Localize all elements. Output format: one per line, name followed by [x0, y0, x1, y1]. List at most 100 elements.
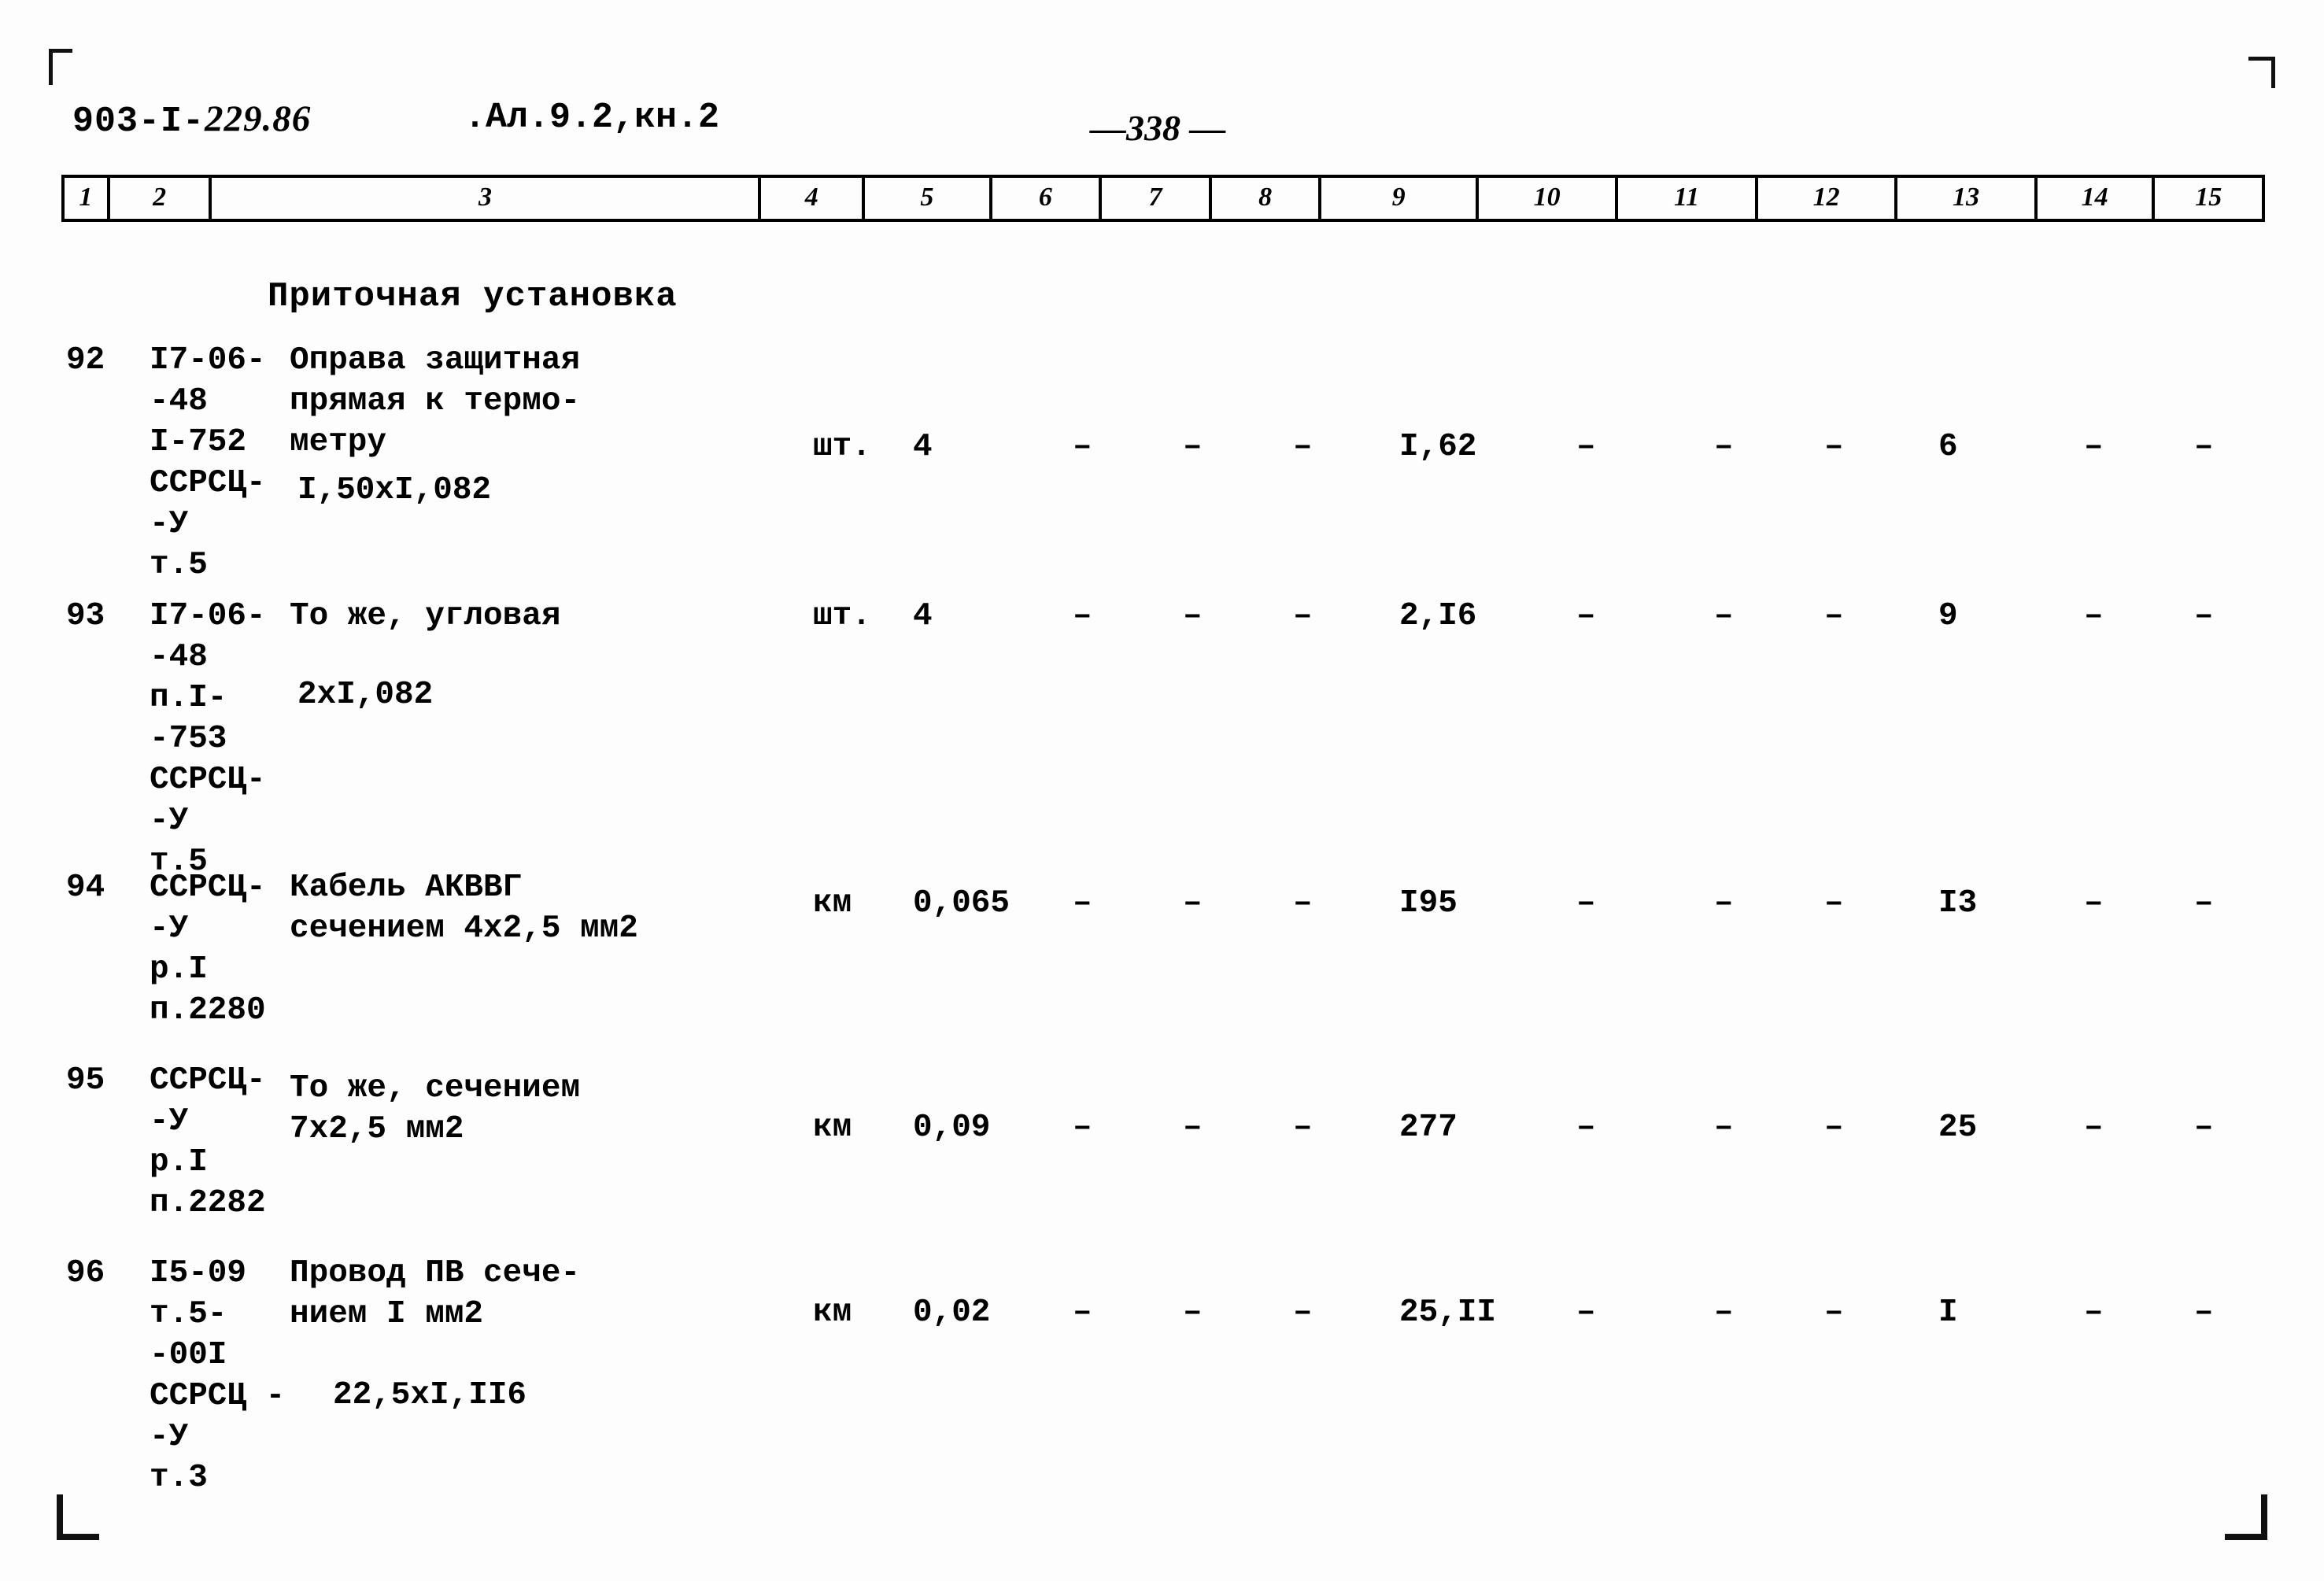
row-code: I5-09 т.5- -00I ССРСЦ - -У т.3 — [150, 1255, 286, 1497]
row-col-11: – — [1714, 1295, 1734, 1331]
column-header-1: 1 — [65, 178, 110, 219]
row-unit: км — [813, 1295, 852, 1331]
row-col-14: – — [2084, 1110, 2104, 1146]
table-row: 92 I7-06- -48 I-752 ССРСЦ- -У т.5 Оправа… — [61, 338, 2265, 594]
row-col-8: – — [1293, 1110, 1313, 1146]
row-col-13: 9 — [1938, 598, 1958, 634]
crop-mark-bottom-right — [2225, 1494, 2267, 1540]
table-row: 95 ССРСЦ- -У р.I п.2282 То же, сечением … — [61, 1058, 2265, 1251]
row-col-15: – — [2194, 1295, 2214, 1331]
row-col-13: 25 — [1938, 1110, 1978, 1146]
row-col-13: 6 — [1938, 429, 1958, 465]
row-description: То же, сечением 7х2,5 мм2 — [290, 1070, 581, 1148]
row-code: ССРСЦ- -У р.I п.2280 — [150, 870, 266, 1029]
column-header-7: 7 — [1102, 178, 1212, 219]
column-header-13: 13 — [1897, 178, 2038, 219]
column-header-4: 4 — [761, 178, 866, 219]
row-col-12: – — [1824, 885, 1844, 922]
row-description-extra: 22,5хI,II6 — [333, 1377, 527, 1413]
column-header-12: 12 — [1758, 178, 1898, 219]
table-row: 93 I7-06- -48 п.I- -753 ССРСЦ- -У т.5 То… — [61, 594, 2265, 880]
row-col-7: – — [1183, 1110, 1203, 1146]
row-col-15: – — [2194, 1110, 2214, 1146]
column-header-14: 14 — [2038, 178, 2156, 219]
row-number: 95 — [66, 1062, 105, 1099]
document-code-prefix: 903-I- — [72, 102, 205, 142]
row-col-8: – — [1293, 885, 1313, 922]
table-row: 94 ССРСЦ- -У р.I п.2280 Кабель АКВВГ сеч… — [61, 866, 2265, 1058]
document-code: 903-I-229.86 — [72, 98, 311, 142]
row-description-extra: I,50хI,082 — [297, 472, 492, 508]
row-col-8: – — [1293, 429, 1313, 465]
column-header-8: 8 — [1212, 178, 1322, 219]
row-quantity: 0,065 — [913, 885, 1011, 922]
table-row: 96 I5-09 т.5- -00I ССРСЦ - -У т.3 Провод… — [61, 1251, 2265, 1496]
row-description: То же, угловая — [290, 598, 561, 634]
row-unit: км — [813, 885, 852, 922]
row-col-12: – — [1824, 1295, 1844, 1331]
crop-mark-top-right — [2239, 57, 2275, 93]
row-col-9: I95 — [1399, 885, 1458, 922]
row-quantity: 4 — [913, 598, 933, 634]
crop-mark-top-left — [49, 49, 85, 85]
row-col-7: – — [1183, 598, 1203, 634]
row-col-9: 277 — [1399, 1110, 1458, 1146]
row-col-14: – — [2084, 885, 2104, 922]
row-col-12: – — [1824, 429, 1844, 465]
table-body: 92 I7-06- -48 I-752 ССРСЦ- -У т.5 Оправа… — [61, 338, 2265, 1496]
column-header-11: 11 — [1618, 178, 1758, 219]
column-header-6: 6 — [992, 178, 1103, 219]
page-header: 903-I-229.86 .Ал.9.2,кн.2 —338 — — [0, 93, 2324, 156]
row-col-15: – — [2194, 429, 2214, 465]
row-col-7: – — [1183, 1295, 1203, 1331]
row-number: 96 — [66, 1255, 105, 1291]
row-col-9: I,62 — [1399, 429, 1477, 465]
row-col-11: – — [1714, 598, 1734, 634]
row-col-10: – — [1576, 1110, 1596, 1146]
document-code-suffix: 229.86 — [205, 98, 312, 139]
row-col-7: – — [1183, 429, 1203, 465]
row-col-10: – — [1576, 429, 1596, 465]
row-code: ССРСЦ- -У р.I п.2282 — [150, 1062, 266, 1222]
row-col-8: – — [1293, 598, 1313, 634]
row-number: 93 — [66, 598, 105, 634]
row-code: I7-06- -48 I-752 ССРСЦ- -У т.5 — [150, 342, 266, 584]
row-col-13: I — [1938, 1295, 1958, 1331]
row-col-9: 25,II — [1399, 1295, 1497, 1331]
row-number: 92 — [66, 342, 105, 379]
album-reference: .Ал.9.2,кн.2 — [464, 98, 720, 138]
row-col-6: – — [1073, 429, 1092, 465]
row-col-13: I3 — [1938, 885, 1978, 922]
row-col-9: 2,I6 — [1399, 598, 1477, 634]
row-description: Провод ПВ сече- нием I мм2 — [290, 1255, 581, 1333]
row-col-15: – — [2194, 885, 2214, 922]
row-col-11: – — [1714, 1110, 1734, 1146]
row-col-8: – — [1293, 1295, 1313, 1331]
scanned-page: 903-I-229.86 .Ал.9.2,кн.2 —338 — 1 2 3 4… — [0, 0, 2324, 1581]
row-col-14: – — [2084, 598, 2104, 634]
row-unit: км — [813, 1110, 852, 1146]
column-header-5: 5 — [865, 178, 992, 219]
column-header-15: 15 — [2195, 183, 2222, 212]
row-number: 94 — [66, 870, 105, 906]
row-description-extra: 2хI,082 — [297, 677, 434, 713]
row-col-6: – — [1073, 1295, 1092, 1331]
row-quantity: 0,02 — [913, 1295, 991, 1331]
row-col-11: – — [1714, 885, 1734, 922]
row-col-14: – — [2084, 429, 2104, 465]
row-quantity: 0,09 — [913, 1110, 991, 1146]
row-col-10: – — [1576, 598, 1596, 634]
row-col-14: – — [2084, 1295, 2104, 1331]
crop-mark-bottom-left — [57, 1494, 99, 1540]
row-code: I7-06- -48 п.I- -753 ССРСЦ- -У т.5 — [150, 598, 266, 881]
column-header-10: 10 — [1479, 178, 1619, 219]
page-number: —338 — — [1090, 108, 1226, 148]
column-header-3: 3 — [212, 178, 762, 219]
column-header-2: 2 — [110, 178, 212, 219]
row-description: Оправа защитная прямая к термо- метру — [290, 342, 581, 461]
column-header-9: 9 — [1321, 178, 1479, 219]
section-title: Приточная установка — [268, 277, 678, 316]
row-col-6: – — [1073, 598, 1092, 634]
row-quantity: 4 — [913, 429, 933, 465]
row-description: Кабель АКВВГ сечением 4х2,5 мм2 — [290, 870, 638, 947]
